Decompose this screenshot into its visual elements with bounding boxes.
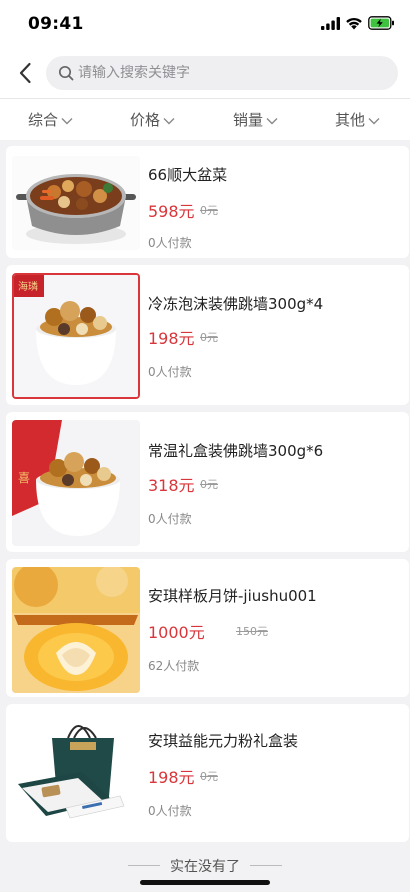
- product-card[interactable]: 66顺大盆菜 598元 0元 0人付款: [6, 146, 409, 258]
- svg-text:喜: 喜: [18, 471, 30, 485]
- product-price: 198元: [148, 768, 195, 787]
- product-original-price: 150元: [236, 625, 268, 638]
- sort-tab-label: 其他: [335, 111, 366, 129]
- sort-tab-price[interactable]: 价格: [130, 109, 175, 129]
- product-name: 安琪样板月饼-jiushu001: [148, 587, 317, 605]
- product-sales: 0人付款: [148, 804, 192, 818]
- product-price: 1000元: [148, 623, 205, 642]
- sort-bar: 综合 价格 销量 其他: [0, 99, 410, 139]
- chevron-down-icon: [163, 117, 175, 124]
- wifi-icon: [346, 17, 362, 30]
- end-of-list-text: 实在没有了: [170, 859, 240, 875]
- battery-charging-icon: [368, 16, 394, 30]
- sort-tab-label: 综合: [28, 111, 59, 129]
- svg-text:海璘: 海璘: [18, 280, 38, 293]
- product-original-price: 0元: [200, 204, 218, 217]
- status-time: 09:41: [28, 14, 84, 34]
- end-of-list: 实在没有了: [0, 856, 410, 875]
- sort-tab-sales[interactable]: 销量: [233, 109, 278, 129]
- product-sales: 0人付款: [148, 365, 192, 379]
- chevron-down-icon: [368, 117, 380, 124]
- sort-tab-overall[interactable]: 综合: [28, 109, 73, 129]
- product-card[interactable]: 安琪益能元力粉礼盒装 198元 0元 0人付款: [6, 704, 409, 842]
- product-card[interactable]: 安琪样板月饼-jiushu001 1000元 150元 62人付款: [6, 559, 409, 697]
- product-original-price: 0元: [200, 478, 218, 491]
- sort-tab-other[interactable]: 其他: [335, 109, 380, 129]
- product-name: 常温礼盒装佛跳墙300g*6: [148, 442, 324, 460]
- home-indicator: [140, 880, 270, 885]
- cellular-signal-icon: [321, 17, 340, 30]
- product-price: 598元: [148, 202, 195, 221]
- product-sales: 0人付款: [148, 236, 192, 250]
- search-input[interactable]: [78, 56, 378, 90]
- sort-tab-label: 价格: [130, 111, 161, 129]
- product-name: 冷冻泡沫装佛跳墙300g*4: [148, 295, 324, 313]
- chevron-down-icon: [61, 117, 73, 124]
- product-name: 安琪益能元力粉礼盒装: [148, 732, 299, 750]
- product-image[interactable]: [12, 712, 140, 838]
- product-card[interactable]: 海璘 冷冻泡沫装佛跳墙300g*4 198元 0元 0人付款: [6, 265, 409, 405]
- search-box[interactable]: [46, 56, 398, 90]
- product-image[interactable]: [12, 156, 140, 250]
- sort-tab-label: 销量: [233, 111, 264, 129]
- chevron-down-icon: [266, 117, 278, 124]
- product-original-price: 0元: [200, 770, 218, 783]
- product-price: 198元: [148, 329, 195, 348]
- product-price: 318元: [148, 476, 195, 495]
- product-original-price: 0元: [200, 331, 218, 344]
- status-bar: 09:41: [0, 0, 410, 48]
- product-image[interactable]: 海璘: [12, 273, 140, 399]
- product-image[interactable]: 喜: [12, 420, 140, 546]
- product-name: 66顺大盆菜: [148, 166, 228, 184]
- product-image[interactable]: [12, 567, 140, 693]
- product-card[interactable]: 喜 常温礼盒装佛跳墙300g*6 318元 0元 0人付款: [6, 412, 409, 552]
- product-sales: 62人付款: [148, 659, 200, 673]
- end-divider-right: [250, 865, 282, 866]
- product-sales: 0人付款: [148, 512, 192, 526]
- back-arrow-icon[interactable]: [14, 60, 38, 86]
- search-icon: [58, 65, 74, 81]
